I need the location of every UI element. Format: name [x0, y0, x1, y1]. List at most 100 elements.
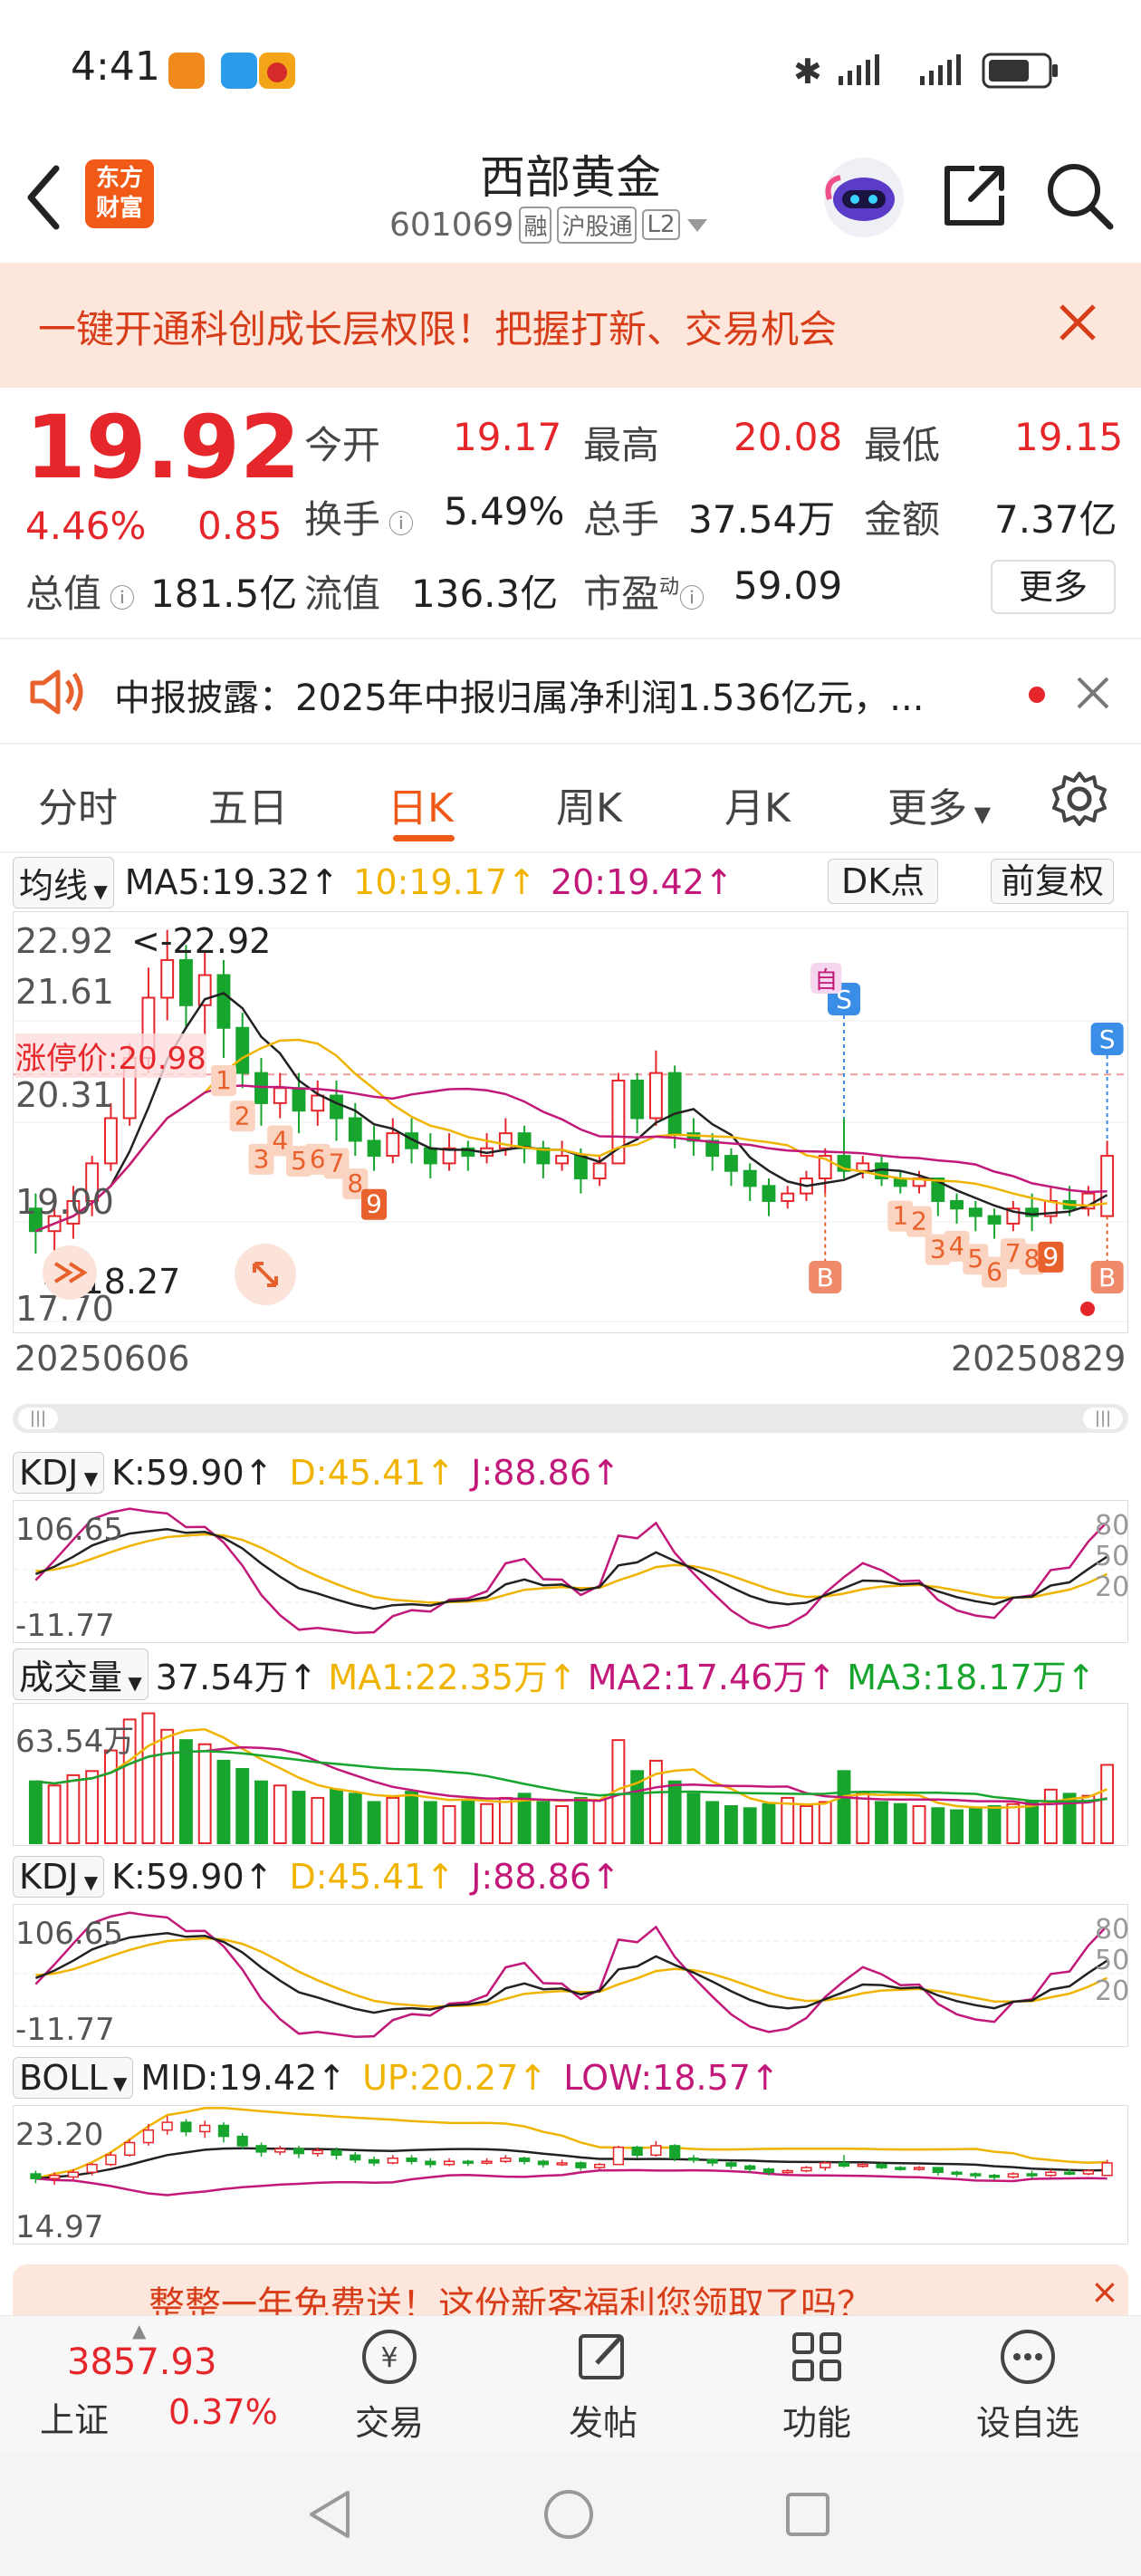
kdj1-y-bottom: -11.77	[15, 1608, 115, 1644]
post-button[interactable]: 发帖	[549, 2327, 657, 2445]
change-value: 0.85	[197, 504, 283, 548]
kdj1-chart[interactable]: 106.65 -11.77 80 50 20	[13, 1500, 1130, 1644]
watchlist-label: 设自选	[975, 2403, 1079, 2443]
boll-candle-body	[274, 2148, 286, 2153]
boll-candle-body	[67, 2171, 80, 2178]
search-icon[interactable]	[1041, 158, 1117, 234]
collapse-icon[interactable]	[37, 1240, 102, 1305]
candle-body	[179, 958, 193, 1006]
nine-turn-number: 7	[1005, 1238, 1021, 1268]
stock-title[interactable]: 西部黄金	[380, 141, 761, 207]
back-icon[interactable]	[24, 163, 63, 232]
volume-bar	[536, 1801, 551, 1844]
boll-chart[interactable]: 23.20 14.97	[13, 2105, 1128, 2245]
open-value: 19.17	[453, 415, 562, 459]
stock-code: 601069	[389, 206, 514, 244]
low-value: 19.15	[1014, 415, 1124, 459]
adjust-button[interactable]: 前复权	[991, 859, 1115, 904]
kdj2-ref-50: 50	[1095, 1945, 1130, 1976]
tab-weekly-k[interactable]: 周K	[556, 775, 622, 833]
kdj2-chart[interactable]: 106.65 -11.77 80 50 20	[13, 1904, 1130, 2048]
boll-candle-body	[970, 2173, 982, 2177]
kdj2-select[interactable]: KDJ ▼	[13, 1856, 105, 1898]
candle-body	[330, 1094, 343, 1120]
dk-button[interactable]: DK点	[828, 859, 939, 904]
ma20-value: 20:19.42↑	[550, 862, 734, 902]
tab-intraday[interactable]: 分时	[38, 775, 118, 833]
boll-candle-body	[350, 2154, 361, 2161]
range-scrollbar[interactable]: ||| |||	[13, 1404, 1128, 1433]
candle-body	[423, 1147, 437, 1165]
volume-bar	[968, 1807, 983, 1844]
indicator-select[interactable]: 均线 ▼	[13, 856, 114, 908]
kdj2-j: J:88.86↑	[471, 1857, 620, 1897]
caret-down-icon[interactable]	[686, 216, 709, 234]
tab-five-day[interactable]: 五日	[208, 775, 288, 833]
volume-bar	[480, 1802, 494, 1845]
scroll-handle-left[interactable]: |||	[18, 1408, 58, 1429]
kline-chart[interactable]: 123456789123456789BBSS自 22.92 21.61 20.3…	[13, 911, 1129, 1333]
volume-chart[interactable]: 63.54万	[13, 1703, 1128, 1846]
info-icon[interactable]: ⓘ	[380, 509, 414, 539]
volume-bar	[931, 1807, 945, 1844]
kdj2-header: KDJ ▼ K:59.90↑ D:45.41↑ J:88.86↑	[13, 1853, 620, 1900]
nav-back-icon[interactable]	[304, 2487, 355, 2542]
candle-body	[592, 1162, 607, 1180]
volume-bar	[893, 1802, 907, 1845]
robot-assistant-icon[interactable]	[820, 154, 907, 241]
volume-bar	[818, 1801, 832, 1844]
nav-home-icon[interactable]	[542, 2487, 596, 2542]
info-icon[interactable]: ⓘ	[101, 583, 135, 613]
bottom-toolbar: ▲ 3857.93 上证 0.37% ¥ 交易 发帖 功能 设自选	[0, 2315, 1141, 2451]
promo-close-icon[interactable]: ×	[1090, 2272, 1119, 2312]
volume-bar	[573, 1796, 588, 1844]
volume-bar	[103, 1749, 118, 1844]
mktcap-label-text: 总值	[25, 572, 102, 616]
close-icon[interactable]	[1058, 303, 1098, 342]
buy-signal-badge-text: B	[1098, 1263, 1116, 1293]
kline-svg: 12345 6 789 1 23 4 5 67 8 9B BSS自	[14, 928, 1129, 1322]
news-text: 中报披露：2025年中报归属净利润1.536亿元，...	[114, 678, 925, 719]
kdj1-ref-50: 50	[1095, 1541, 1130, 1572]
tab-daily-k[interactable]: 日K	[388, 775, 454, 833]
boll-candle-body	[86, 2163, 98, 2174]
promo-banner[interactable]: 一键开通科创成长层权限！把握打新、交易机会	[0, 263, 1141, 388]
kdj1-select[interactable]: KDJ ▼	[13, 1452, 105, 1494]
trade-button[interactable]: ¥ 交易	[335, 2327, 444, 2445]
promo-strip[interactable]: 整整一年免费送！这份新客福利您领取了吗？ ×	[13, 2264, 1128, 2315]
current-price: 19.92	[25, 397, 301, 498]
nav-recents-icon[interactable]	[782, 2489, 833, 2540]
index-widget[interactable]: ▲ 3857.93 上证 0.37%	[0, 2316, 278, 2452]
latest-dot	[1080, 1302, 1095, 1316]
volume-bar	[724, 1805, 738, 1844]
tab-active-underline	[393, 835, 455, 841]
volume-select[interactable]: 成交量 ▼	[13, 1648, 149, 1700]
turnover-label-text: 换手	[304, 497, 381, 542]
more-button[interactable]: 更多	[991, 560, 1116, 614]
info-icon[interactable]: ⓘ	[679, 583, 705, 613]
nine-turn-number: 9	[1042, 1242, 1059, 1272]
y-label-top: 22.92	[15, 921, 114, 961]
boll-candle-body	[425, 2160, 436, 2166]
volume-ma1-line	[35, 1728, 1108, 1810]
settings-gear-icon[interactable]	[1050, 770, 1108, 828]
scroll-handle-right[interactable]: |||	[1083, 1408, 1123, 1429]
pe-label-text: 市盈	[583, 572, 660, 616]
tab-monthly-k[interactable]: 月K	[724, 775, 791, 833]
boll-candle-body	[124, 2141, 136, 2157]
share-icon[interactable]	[938, 159, 1011, 232]
volume-bar	[875, 1801, 888, 1844]
boll-select[interactable]: BOLL ▼	[13, 2057, 134, 2099]
date-start: 20250606	[14, 1339, 190, 1379]
tab-more[interactable]: 更多 ▼	[887, 775, 991, 833]
boll-candle-body	[161, 2121, 173, 2131]
boll-candle-body	[49, 2174, 61, 2179]
function-button[interactable]: 功能	[762, 2327, 871, 2445]
nine-turn-number: 3	[254, 1144, 270, 1174]
kdj1-svg	[14, 1507, 1129, 1634]
close-icon[interactable]	[1076, 676, 1110, 710]
candle-body	[762, 1185, 776, 1202]
add-watchlist-button[interactable]: 设自选	[960, 2327, 1096, 2445]
news-ticker[interactable]: 中报披露：2025年中报归属净利润1.536亿元，...	[0, 641, 1141, 743]
expand-icon[interactable]	[233, 1242, 298, 1307]
